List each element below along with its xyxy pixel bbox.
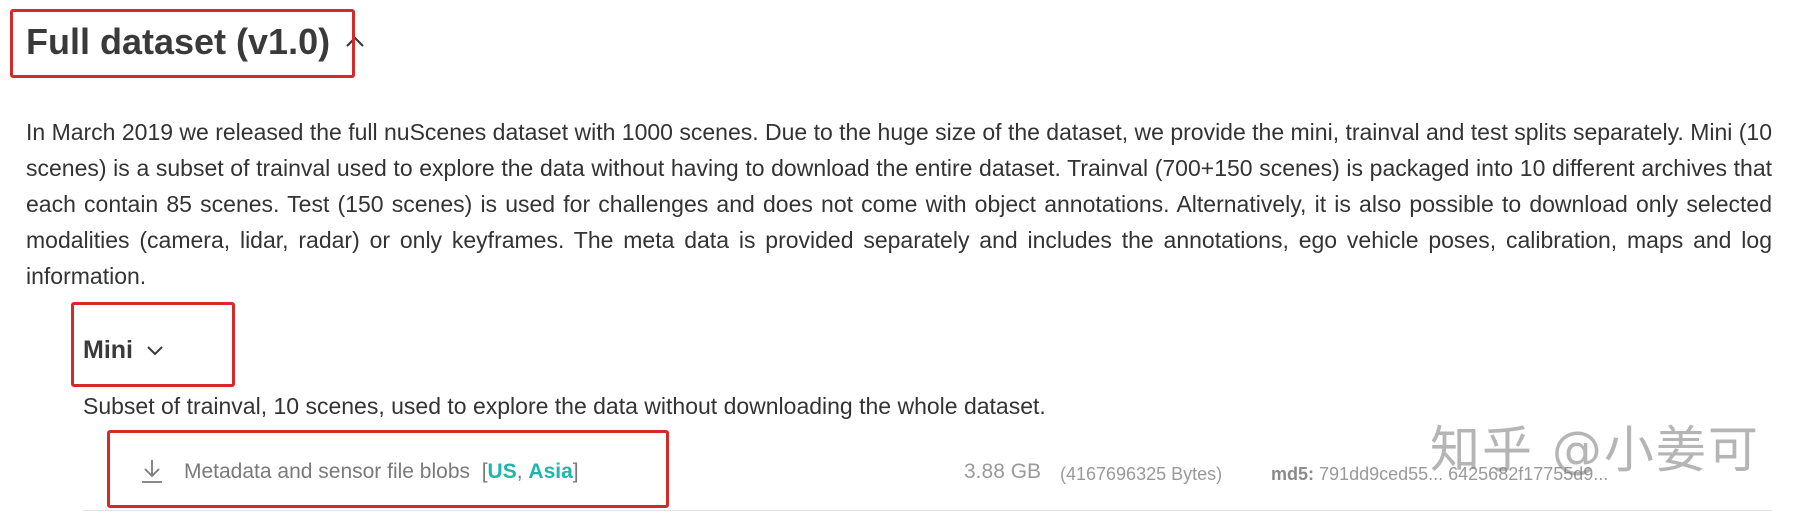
annotation-box-download — [107, 430, 669, 508]
file-bytes: (4167696325 Bytes) — [1060, 464, 1223, 484]
annotation-box-section-title — [10, 9, 355, 78]
intro-paragraph: In March 2019 we released the full nuSce… — [26, 119, 1773, 289]
file-size: 3.88 GB — [964, 460, 1042, 483]
annotation-box-mini — [71, 302, 235, 387]
watermark: 知乎 @小姜可 — [1430, 421, 1760, 479]
md5-label: md5: — [1271, 464, 1315, 484]
subsection-description: Subset of trainval, 10 scenes, used to e… — [83, 393, 1046, 419]
